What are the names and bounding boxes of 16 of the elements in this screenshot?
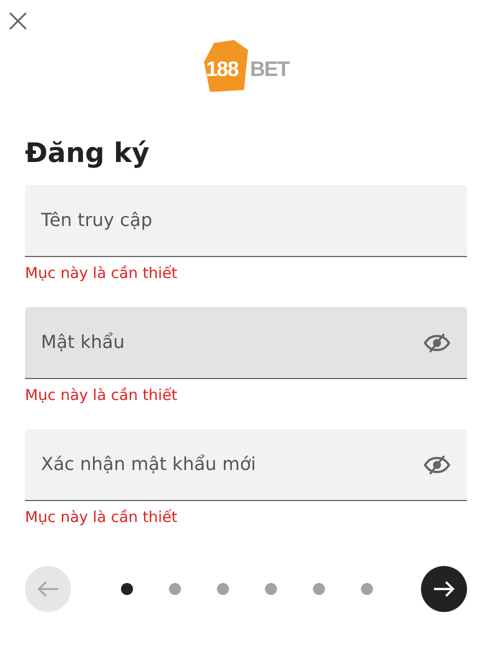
username-field[interactable]: Tên truy cập [25,185,467,258]
logo-text: BET [250,57,289,83]
password-field[interactable]: Xác nhận mật khẩu mới [25,429,467,502]
page-title: Đăng ký [25,138,150,170]
logo-number: 188 [206,57,238,83]
error-message: Mục này là cần thiết [25,385,178,406]
right-arrow-icon [433,580,455,598]
hidden-eye-icon[interactable] [423,454,451,476]
left-arrow-icon [37,580,59,598]
hidden-eye-icon[interactable] [423,332,451,354]
error-message: Mục này là cần thiết [25,507,178,528]
password-field[interactable]: Mật khẩu [25,307,467,380]
error-message: Mục này là cần thiết [25,263,178,284]
close-icon [8,10,28,31]
next-button[interactable] [421,566,467,612]
logo-badge-icon [204,40,248,92]
